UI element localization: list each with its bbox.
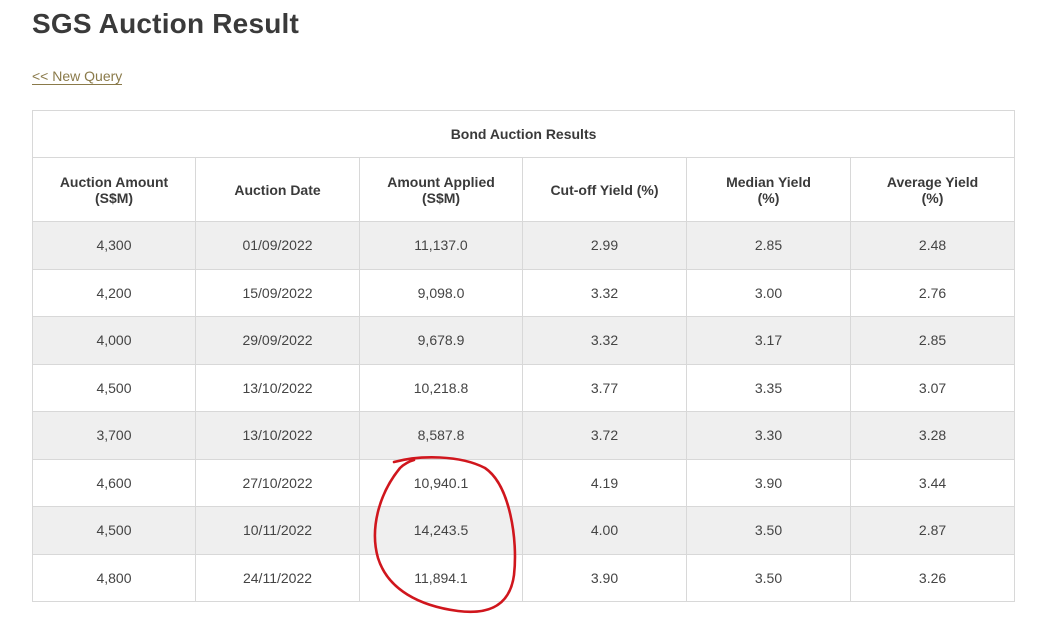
cell-auction-amount: 4,500 (32, 363, 196, 412)
cell-amount-applied: 9,678.9 (359, 316, 523, 365)
cell-median-yield: 3.35 (686, 363, 851, 412)
cell-average-yield: 3.07 (849, 363, 1016, 412)
cell-cutoff-yield: 2.99 (522, 221, 687, 270)
cell-average-yield: 3.26 (849, 553, 1016, 602)
cell-auction-amount: 4,500 (32, 506, 196, 555)
cell-auction-date: 29/09/2022 (195, 316, 360, 365)
cell-auction-date: 10/11/2022 (195, 506, 360, 555)
page-title: SGS Auction Result (32, 8, 300, 39)
column-header-median-yield: Median Yield (%) (686, 157, 851, 222)
cell-auction-amount: 3,700 (32, 411, 196, 460)
cell-auction-amount: 4,200 (32, 268, 196, 317)
cell-auction-date: 13/10/2022 (195, 411, 360, 460)
table-row: 4,300 01/09/2022 11,137.0 2.99 2.85 2.48 (32, 221, 1016, 270)
cell-average-yield: 3.28 (849, 411, 1016, 460)
cell-average-yield: 2.87 (849, 506, 1016, 555)
cell-auction-amount: 4,000 (32, 316, 196, 365)
cell-auction-amount: 4,300 (32, 221, 196, 270)
cell-median-yield: 3.17 (686, 316, 851, 365)
cell-amount-applied: 10,218.8 (359, 363, 523, 412)
cell-median-yield: 3.30 (686, 411, 851, 460)
cell-auction-date: 15/09/2022 (195, 268, 360, 317)
cell-cutoff-yield: 3.32 (522, 268, 687, 317)
cell-cutoff-yield: 3.90 (522, 553, 687, 602)
cell-median-yield: 3.90 (686, 458, 851, 507)
cell-median-yield: 3.00 (686, 268, 851, 317)
cell-amount-applied: 9,098.0 (359, 268, 523, 317)
cell-cutoff-yield: 3.72 (522, 411, 687, 460)
cell-cutoff-yield: 4.00 (522, 506, 687, 555)
cell-amount-applied: 11,137.0 (359, 221, 523, 270)
table-row: 4,000 29/09/2022 9,678.9 3.32 3.17 2.85 (32, 316, 1016, 365)
table-row: 3,700 13/10/2022 8,587.8 3.72 3.30 3.28 (32, 411, 1016, 460)
column-header-auction-amount: Auction Amount (S$M) (32, 157, 196, 222)
table-row: 4,500 13/10/2022 10,218.8 3.77 3.35 3.07 (32, 363, 1016, 412)
table-row: 4,500 10/11/2022 14,243.5 4.00 3.50 2.87 (32, 506, 1016, 555)
cell-median-yield: 3.50 (686, 553, 851, 602)
new-query-link[interactable]: << New Query (32, 68, 123, 85)
cell-cutoff-yield: 3.77 (522, 363, 687, 412)
cell-auction-date: 01/09/2022 (195, 221, 360, 270)
cell-auction-amount: 4,800 (32, 553, 196, 602)
table-caption: Bond Auction Results (31, 110, 1016, 158)
cell-average-yield: 3.44 (849, 458, 1016, 507)
column-header-auction-date: Auction Date (195, 157, 360, 222)
cell-cutoff-yield: 4.19 (522, 458, 687, 507)
cell-auction-date: 27/10/2022 (195, 458, 360, 507)
table-row: 4,600 27/10/2022 10,940.1 4.19 3.90 3.44 (32, 458, 1016, 507)
bond-auction-results-table: Bond Auction Results Auction Amount (S$M… (31, 110, 1016, 602)
column-header-cutoff-yield: Cut-off Yield (%) (522, 157, 687, 222)
cell-median-yield: 3.50 (686, 506, 851, 555)
cell-average-yield: 2.48 (849, 221, 1016, 270)
table-row: 4,800 24/11/2022 11,894.1 3.90 3.50 3.26 (32, 553, 1016, 602)
cell-auction-date: 13/10/2022 (195, 363, 360, 412)
cell-amount-applied: 11,894.1 (359, 553, 523, 602)
cell-amount-applied: 10,940.1 (359, 458, 523, 507)
cell-auction-date: 24/11/2022 (195, 553, 360, 602)
cell-cutoff-yield: 3.32 (522, 316, 687, 365)
cell-average-yield: 2.85 (849, 316, 1016, 365)
table-row: 4,200 15/09/2022 9,098.0 3.32 3.00 2.76 (32, 268, 1016, 317)
cell-median-yield: 2.85 (686, 221, 851, 270)
column-header-average-yield: Average Yield (%) (849, 157, 1016, 222)
cell-average-yield: 2.76 (849, 268, 1016, 317)
cell-auction-amount: 4,600 (32, 458, 196, 507)
cell-amount-applied: 8,587.8 (359, 411, 523, 460)
page: SGS Auction Result << New Query Bond Auc… (0, 0, 1053, 630)
column-header-amount-applied: Amount Applied (S$M) (359, 157, 523, 222)
cell-amount-applied: 14,243.5 (359, 506, 523, 555)
